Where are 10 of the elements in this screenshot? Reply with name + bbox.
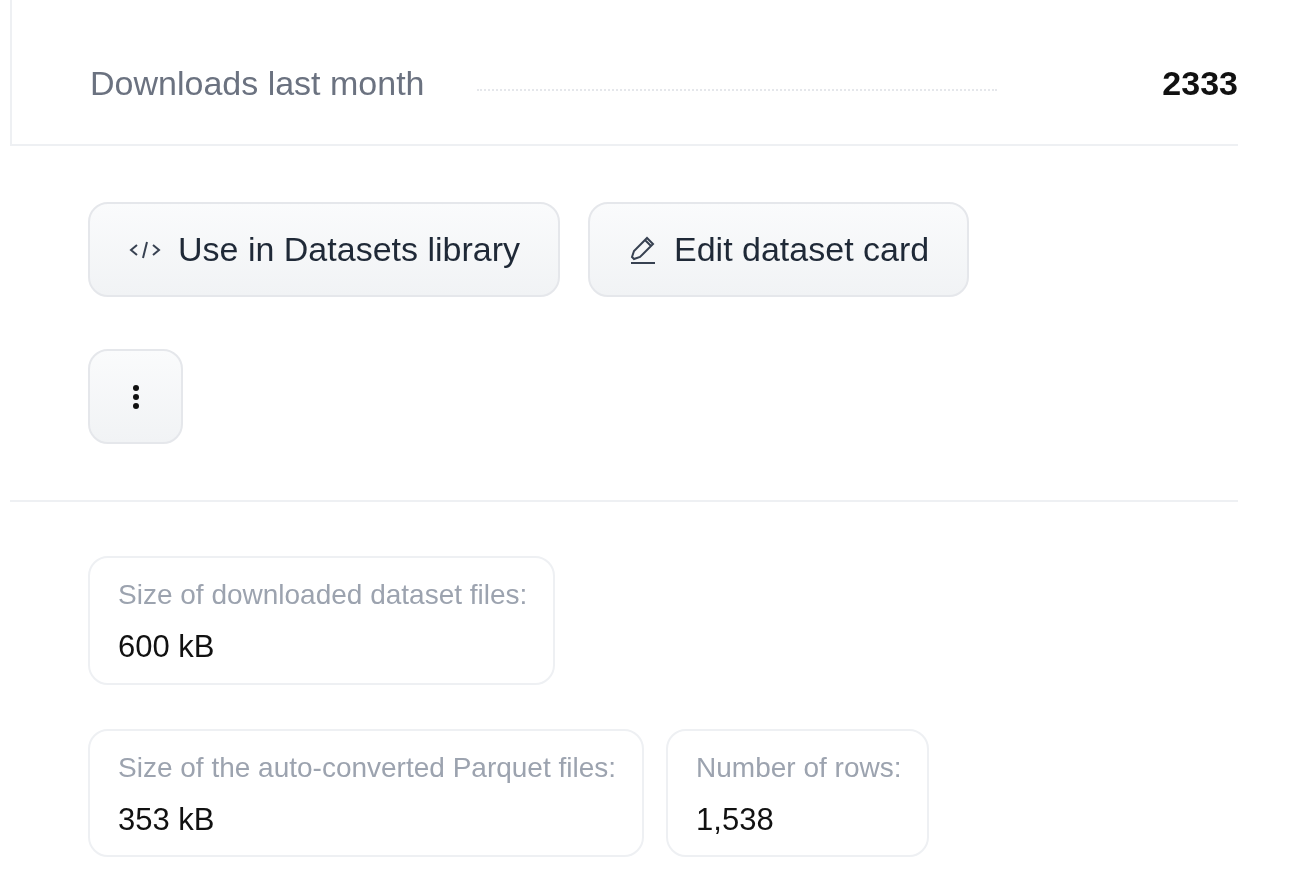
stat-label: Size of downloaded dataset files: [118, 578, 528, 612]
stat-value: 600 kB [118, 628, 216, 666]
stat-label: Number of rows: [696, 750, 902, 785]
stat-value: 1,538 [696, 800, 775, 839]
library-button[interactable]: Use in Datasets library [88, 202, 560, 297]
edit-button[interactable]: Edit dataset card [588, 202, 970, 297]
downloads-label: Downloads last month [90, 62, 425, 104]
stat-label: Size of the auto-converted Parquet files: [118, 750, 617, 785]
stat-value: 353 kB [118, 800, 216, 839]
downloads-count: 2333 [1162, 62, 1238, 104]
